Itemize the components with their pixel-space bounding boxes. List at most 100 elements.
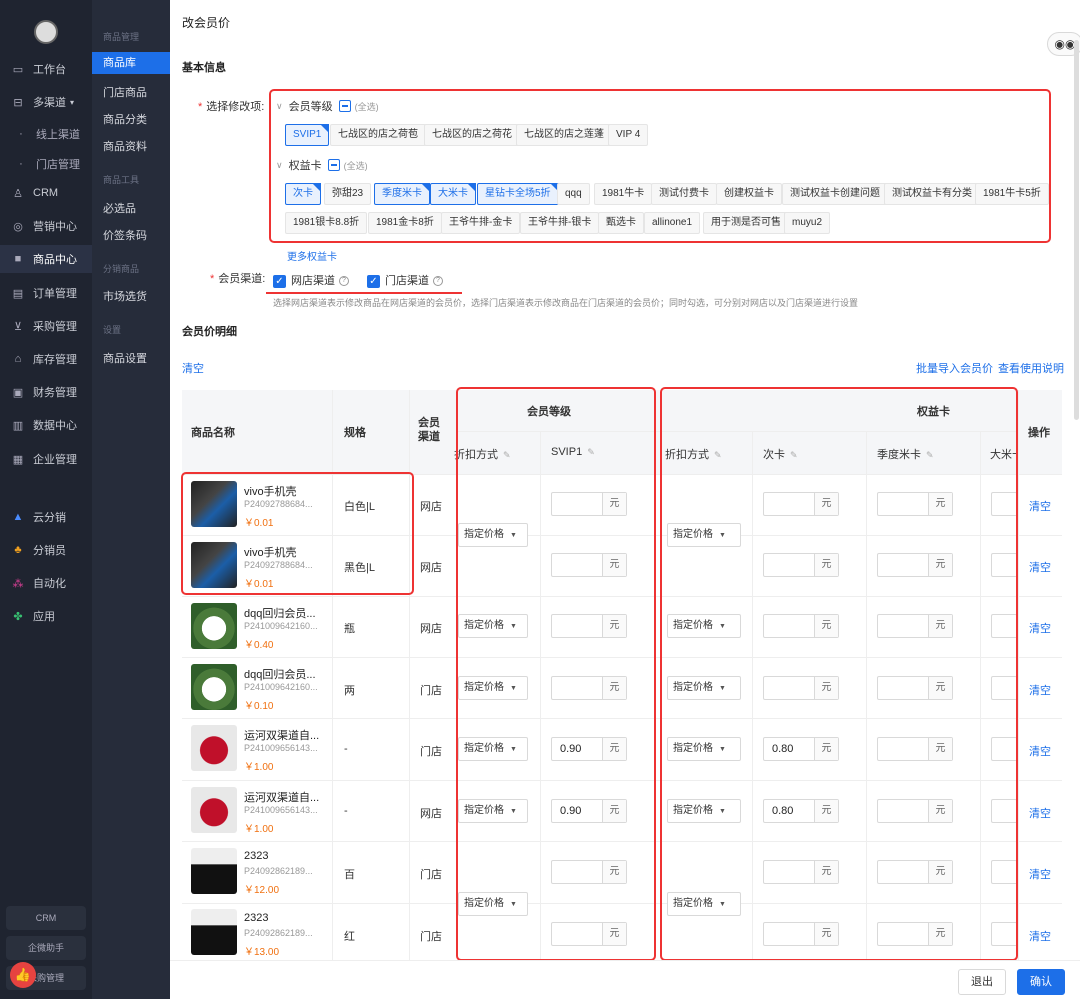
quarter-card-price-input[interactable]: 元	[877, 737, 953, 761]
tag-rights-card[interactable]: 次卡	[285, 183, 321, 205]
row-clear-link[interactable]: 清空	[1029, 805, 1051, 821]
help-icon[interactable]: ?	[339, 276, 349, 287]
quarter-card-price-input[interactable]: 元	[877, 860, 953, 884]
nav-company[interactable]: ▦ 企业管理	[0, 445, 92, 473]
row-clear-link[interactable]: 清空	[1029, 559, 1051, 575]
rice-card-price-input[interactable]	[991, 737, 1017, 761]
logo-avatar[interactable]	[34, 20, 58, 44]
rights-discount-method-select[interactable]: 指定价格 ▼	[667, 614, 741, 638]
svip1-price-input[interactable]: 元	[551, 553, 627, 577]
rights-card-tree-head[interactable]: ∨ 权益卡 (全选)	[276, 157, 368, 173]
help-icon[interactable]: ?	[433, 276, 443, 287]
discount-method-select[interactable]: 指定价格 ▼	[458, 737, 528, 761]
channel-online-checkbox[interactable]: ✓ 网店渠道?	[273, 272, 349, 288]
tag-member-level[interactable]: 七战区的店之荷苞	[330, 124, 426, 146]
tag-rights-card[interactable]: 测试权益卡有分类	[884, 183, 980, 205]
edit-icon[interactable]: ✎	[926, 450, 934, 460]
tag-member-level[interactable]: SVIP1	[285, 124, 330, 146]
subnav-store-products[interactable]: 门店商品	[103, 84, 147, 100]
tag-member-level[interactable]: 七战区的店之莲蓬	[516, 124, 612, 146]
svip1-price-input[interactable]: 元	[551, 860, 627, 884]
row-clear-link[interactable]: 清空	[1029, 498, 1051, 514]
rice-card-price-input[interactable]	[991, 676, 1017, 700]
tag-rights-card[interactable]: 1981银卡8.8折	[285, 212, 368, 234]
quarter-card-price-input[interactable]: 元	[877, 492, 953, 516]
tag-member-level[interactable]: VIP 4	[608, 124, 649, 146]
discount-method-select[interactable]: 指定价格 ▼	[458, 892, 528, 916]
nav-orders[interactable]: ▤ 订单管理	[0, 279, 92, 307]
quarter-card-price-input[interactable]: 元	[877, 676, 953, 700]
rights-discount-method-select[interactable]: 指定价格 ▼	[667, 892, 741, 916]
rice-card-price-input[interactable]	[991, 553, 1017, 577]
check-icon[interactable]: ✓	[273, 274, 286, 288]
svip1-price-input[interactable]: 元	[551, 922, 627, 946]
nav-store-manage[interactable]: · 门店管理	[0, 150, 92, 178]
view-help-link[interactable]: 查看使用说明	[998, 360, 1064, 376]
tag-rights-card[interactable]: 季度米卡	[374, 183, 430, 205]
svip1-price-input[interactable]: 元	[551, 676, 627, 700]
tag-rights-card[interactable]: 大米卡	[430, 183, 476, 205]
tag-rights-card[interactable]: 王爷牛排-银卡	[520, 212, 600, 234]
tag-rights-card[interactable]: 1981牛卡	[594, 183, 653, 205]
discount-method-select[interactable]: 指定价格 ▼	[458, 523, 528, 547]
channel-store-checkbox[interactable]: ✓ 门店渠道?	[367, 272, 443, 288]
row-clear-link[interactable]: 清空	[1029, 620, 1051, 636]
tag-rights-card[interactable]: 弥甜23	[324, 183, 372, 205]
ci-card-price-input[interactable]: 元	[763, 492, 839, 516]
member-level-tree-head[interactable]: ∨ 会员等级 (全选)	[276, 98, 379, 114]
svip1-price-input[interactable]: 0.90 元	[551, 737, 627, 761]
rice-card-price-input[interactable]	[991, 799, 1017, 823]
nav-cloud-distribution[interactable]: ▲ 云分销	[0, 503, 92, 531]
nav-distributor[interactable]: ♣ 分销员	[0, 536, 92, 564]
quarter-card-price-input[interactable]: 元	[877, 553, 953, 577]
ci-card-price-input[interactable]: 0.80 元	[763, 799, 839, 823]
subnav-product-library[interactable]: 商品库	[92, 52, 170, 74]
nav-finance[interactable]: ▣ 财务管理	[0, 378, 92, 406]
check-icon[interactable]: ✓	[367, 274, 380, 288]
tag-rights-card[interactable]: 测试权益卡创建问题	[782, 183, 888, 205]
tag-member-level[interactable]: 七战区的店之荷花	[424, 124, 520, 146]
subnav-product-settings[interactable]: 商品设置	[103, 350, 147, 366]
edit-icon[interactable]: ✎	[714, 450, 722, 460]
subnav-price-tags[interactable]: 价签条码	[103, 227, 147, 243]
nav-apps[interactable]: ✤ 应用	[0, 602, 92, 630]
rice-card-price-input[interactable]	[991, 492, 1017, 516]
rice-card-price-input[interactable]	[991, 614, 1017, 638]
nav-product-center[interactable]: ■ 商品中心	[0, 245, 92, 273]
svip1-price-input[interactable]: 0.90 元	[551, 799, 627, 823]
thumbs-up-icon[interactable]: 👍	[10, 962, 36, 988]
tag-rights-card[interactable]: 1981牛卡5折	[975, 183, 1049, 205]
confirm-button[interactable]: 确认	[1017, 969, 1065, 995]
tag-rights-card[interactable]: 1981金卡8折	[368, 212, 442, 234]
rights-discount-method-select[interactable]: 指定价格 ▼	[667, 799, 741, 823]
tag-rights-card[interactable]: qqq	[557, 183, 590, 205]
rights-discount-method-select[interactable]: 指定价格 ▼	[667, 737, 741, 761]
tag-rights-card[interactable]: 测试付费卡	[651, 183, 717, 205]
row-clear-link[interactable]: 清空	[1029, 866, 1051, 882]
subnav-product-info[interactable]: 商品资料	[103, 138, 147, 154]
rice-card-price-input[interactable]	[991, 860, 1017, 884]
ci-card-price-input[interactable]: 元	[763, 614, 839, 638]
nav-data-center[interactable]: ▥ 数据中心	[0, 411, 92, 439]
row-clear-link[interactable]: 清空	[1029, 743, 1051, 759]
tag-rights-card[interactable]: 甄选卡	[598, 212, 644, 234]
nav-automation[interactable]: ⁂ 自动化	[0, 569, 92, 597]
nav-workbench[interactable]: ▭ 工作台	[0, 55, 92, 83]
clear-all-link[interactable]: 清空	[182, 360, 204, 376]
discount-method-select[interactable]: 指定价格 ▼	[458, 676, 528, 700]
ci-card-price-input[interactable]: 元	[763, 676, 839, 700]
partial-check-icon[interactable]	[327, 159, 340, 171]
ci-card-price-input[interactable]: 元	[763, 553, 839, 577]
ci-card-price-input[interactable]: 元	[763, 922, 839, 946]
row-clear-link[interactable]: 清空	[1029, 928, 1051, 944]
subnav-market-selection[interactable]: 市场选货	[103, 288, 147, 304]
rights-discount-method-select[interactable]: 指定价格 ▼	[667, 676, 741, 700]
quarter-card-price-input[interactable]: 元	[877, 922, 953, 946]
nav-online-channel[interactable]: · 线上渠道	[0, 120, 92, 148]
subnav-categories[interactable]: 商品分类	[103, 111, 147, 127]
bottom-crm[interactable]: CRM	[6, 906, 86, 930]
exit-button[interactable]: 退出	[958, 969, 1006, 995]
svip1-price-input[interactable]: 元	[551, 492, 627, 516]
discount-method-select[interactable]: 指定价格 ▼	[458, 614, 528, 638]
rice-card-price-input[interactable]	[991, 922, 1017, 946]
